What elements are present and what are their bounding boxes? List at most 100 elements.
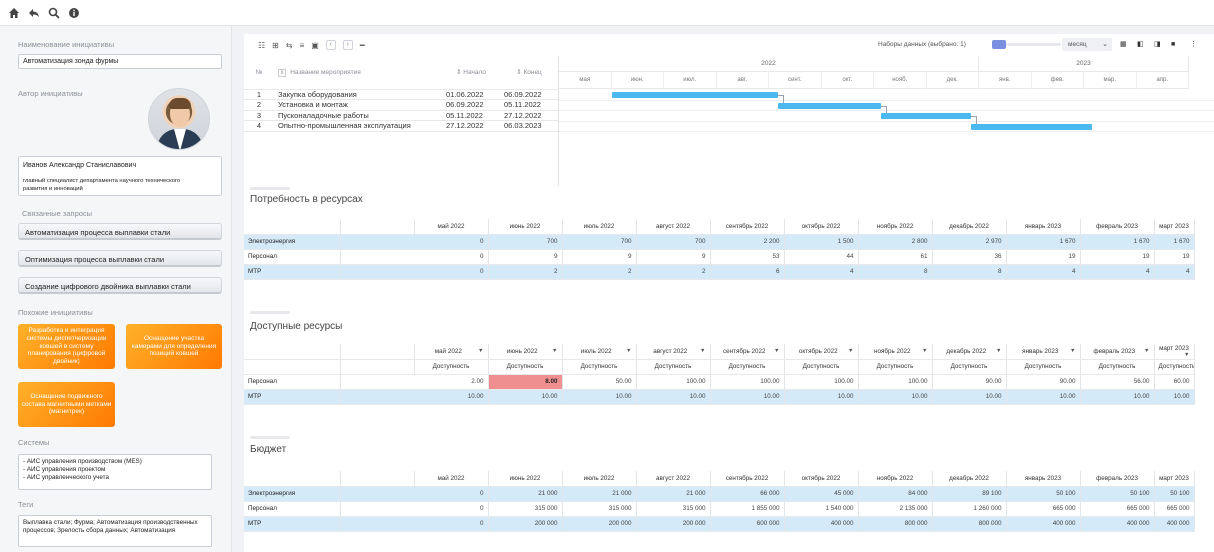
timeline-month: дек. <box>926 72 979 89</box>
chevron-down-icon[interactable]: ▼ <box>1070 348 1075 354</box>
table-cell[interactable]: 10.00 <box>932 389 1007 405</box>
month-column-header[interactable]: май 2022 ▼ <box>414 344 489 360</box>
resources-title: Потребность в ресурсах <box>250 194 363 205</box>
zoom-slider-track[interactable] <box>1006 43 1061 46</box>
search-icon[interactable] <box>48 7 60 19</box>
chevron-down-icon[interactable]: ▼ <box>552 348 557 354</box>
chevron-down-icon[interactable]: ▼ <box>1184 352 1189 358</box>
save-icon[interactable]: ▣ <box>311 41 319 50</box>
task-bar[interactable] <box>881 113 971 119</box>
info-icon[interactable] <box>68 7 80 19</box>
chevron-down-icon[interactable]: ▼ <box>700 348 705 354</box>
month-column-header: июнь 2022 <box>488 219 563 235</box>
table-cell[interactable]: 10.00 <box>1080 389 1155 405</box>
month-column-header[interactable]: сентябрь 2022 ▼ <box>710 344 785 360</box>
task-bar[interactable] <box>777 102 881 109</box>
chevron-down-icon[interactable]: ▼ <box>1144 348 1149 354</box>
table-row[interactable]: МТР 0 200 000 200 000 200 000 600 000 400 000 8… <box>244 516 1195 532</box>
table-cell[interactable]: 10.00 <box>1006 389 1081 405</box>
table-cell[interactable]: 100.00 <box>784 374 859 390</box>
table-row[interactable]: Персонал 2.00 8.00 50.00 100.00 100.00 100.00 1… <box>244 374 1195 390</box>
table-cell[interactable]: 56.00 <box>1080 374 1155 390</box>
table-cell[interactable]: 50.00 <box>562 374 637 390</box>
table-cell[interactable]: 10.00 <box>636 389 711 405</box>
chevron-down-icon[interactable]: ▼ <box>848 348 853 354</box>
collapse-icon[interactable]: ━ <box>360 41 365 50</box>
back-icon[interactable] <box>28 7 40 19</box>
similar-initiative-1[interactable]: Разработка и интеграция системы диспетче… <box>18 324 115 369</box>
related-request-2[interactable]: Оптимизация процесса выплавки стали <box>18 250 222 267</box>
related-request-1[interactable]: Автоматизация процесса выплавки стали <box>18 223 222 240</box>
month-column-header[interactable]: декабрь 2022 ▼ <box>932 344 1007 360</box>
table-cell[interactable]: 100.00 <box>710 374 785 390</box>
col-end[interactable]: ⇕ Конец <box>500 56 558 90</box>
month-column-header[interactable]: февраль 2023 ▼ <box>1080 344 1155 360</box>
col-start[interactable]: ⇕ Начало <box>442 56 500 90</box>
month-column-header[interactable]: июнь 2022 ▼ <box>488 344 563 360</box>
home-icon[interactable] <box>8 7 20 19</box>
scrollbar-hint[interactable] <box>250 311 290 314</box>
month-column-header[interactable]: ноябрь 2022 ▼ <box>858 344 933 360</box>
task-row[interactable]: 4 Опытно-промышленная эксплуатация 27.12.2… <box>244 120 558 132</box>
view-right-icon[interactable]: ◨ <box>1154 41 1161 48</box>
view-left-icon[interactable]: ◧ <box>1137 41 1144 48</box>
table-cell[interactable]: 10.00 <box>1154 389 1195 405</box>
table-cell[interactable]: 90.00 <box>1006 374 1081 390</box>
similar-initiative-2[interactable]: Оснащение участка камерами для определен… <box>126 324 222 369</box>
more-icon[interactable]: ⋮ <box>1190 41 1197 48</box>
table-cell[interactable]: 10.00 <box>340 389 489 405</box>
table-row[interactable]: МТР 10.00 10.00 10.00 10.00 10.00 10.00 10.00 10… <box>244 389 1195 405</box>
table-row[interactable]: Персонал 0 315 000 315 000 315 000 1 855 000 1… <box>244 501 1195 517</box>
table-row[interactable]: Электроэнергия 0 21 000 21 000 21 000 66 000 4… <box>244 486 1195 502</box>
table-row[interactable]: МТР 0 2 2 2 6 4 8 8 4 4 4 <box>244 264 1195 280</box>
list-icon[interactable]: ☷ <box>258 41 265 50</box>
month-column-header[interactable]: июль 2022 ▼ <box>562 344 637 360</box>
grid-icon[interactable]: ⊞ <box>272 41 279 50</box>
task-bar[interactable] <box>970 123 1093 130</box>
table-cell[interactable]: 10.00 <box>858 389 933 405</box>
table-row[interactable]: Персонал 0 9 9 9 53 44 61 36 19 19 19 <box>244 249 1195 265</box>
table-cell[interactable]: 10.00 <box>710 389 785 405</box>
scrollbar-hint[interactable] <box>250 436 290 439</box>
view-full-icon[interactable]: ■ <box>1171 41 1178 48</box>
table-cell[interactable]: 90.00 <box>932 374 1007 390</box>
datasets-selected: Наборы данных (выбрано: 1) <box>878 41 966 48</box>
month-column-header[interactable]: март 2023 ▼ <box>1154 344 1195 360</box>
table-row[interactable]: Электроэнергия 0 700 700 700 2 200 1 500 2 800 2… <box>244 234 1195 250</box>
align-icon[interactable]: ≡ <box>300 41 305 50</box>
next-icon[interactable]: › <box>342 40 353 50</box>
month-column-header[interactable]: январь 2023 ▼ <box>1006 344 1081 360</box>
table-cell[interactable]: 8.00 <box>488 374 563 390</box>
chevron-down-icon[interactable]: ▼ <box>774 348 779 354</box>
table-cell[interactable]: 10.00 <box>488 389 563 405</box>
task-bar[interactable] <box>611 92 778 98</box>
col-name[interactable]: ⇕ Название мероприятия <box>274 56 442 90</box>
tags-field[interactable]: Выплавка стали; Фурма; Автоматизация про… <box>18 515 212 547</box>
chevron-down-icon[interactable]: ▼ <box>626 348 631 354</box>
table-cell[interactable]: 10.00 <box>784 389 859 405</box>
month-column-header[interactable]: октябрь 2022 ▼ <box>784 344 859 360</box>
task-row[interactable]: 3 Пусконаладочные работы 05.11.2022 27.12.2… <box>244 110 558 121</box>
systems-field[interactable]: - АИС управления производством (MES) - А… <box>18 454 212 490</box>
task-row[interactable]: 1 Закупка оборудования 01.06.2022 06.09.202… <box>244 89 558 100</box>
calendar-icon[interactable]: ▦ <box>1120 41 1127 48</box>
zoom-slider-handle[interactable] <box>992 40 1006 49</box>
indent-icon[interactable]: ⇆ <box>286 41 293 50</box>
table-cell[interactable]: 100.00 <box>858 374 933 390</box>
initiative-name-field[interactable]: Автоматизация зонда фурмы <box>18 54 222 69</box>
scrollbar-hint[interactable] <box>250 187 290 190</box>
table-cell[interactable]: 60.00 <box>1154 374 1195 390</box>
chevron-down-icon[interactable]: ▼ <box>478 348 483 354</box>
table-cell[interactable]: 100.00 <box>636 374 711 390</box>
scale-select[interactable]: месяц ⌄ <box>1062 38 1112 51</box>
similar-initiative-3[interactable]: Оснащение подвижного состава магнитными … <box>18 382 115 427</box>
chevron-down-icon[interactable]: ▼ <box>922 348 927 354</box>
month-column-header[interactable]: август 2022 ▼ <box>636 344 711 360</box>
related-request-3[interactable]: Создание цифрового двойника выплавки ста… <box>18 277 222 294</box>
task-row[interactable]: 2 Установка и монтаж 06.09.2022 05.11.2022 <box>244 99 558 111</box>
table-cell[interactable]: 10.00 <box>562 389 637 405</box>
month-column-header: июль 2022 <box>562 219 637 235</box>
table-cell[interactable]: 2.00 <box>340 374 489 390</box>
prev-icon[interactable]: ‹ <box>325 40 336 50</box>
chevron-down-icon[interactable]: ▼ <box>996 348 1001 354</box>
